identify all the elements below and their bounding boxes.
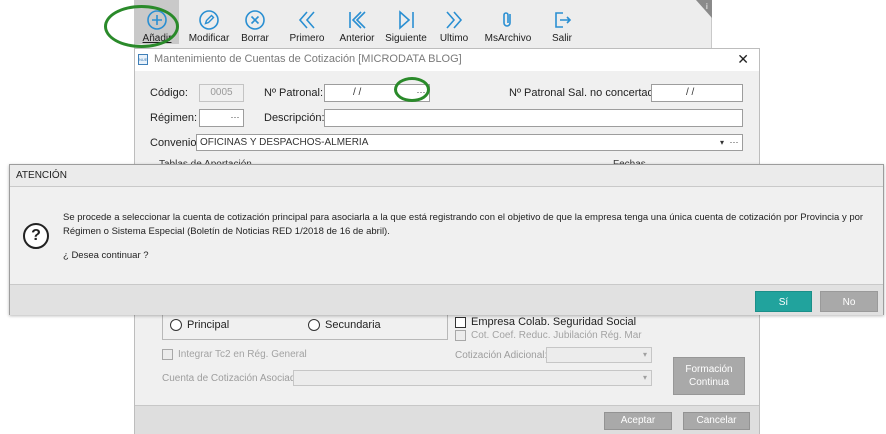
next-button[interactable]: Siguiente bbox=[385, 0, 427, 44]
x-circle-icon bbox=[242, 7, 268, 32]
msarchivo-button[interactable]: MsArchivo bbox=[483, 0, 533, 44]
dialog-footer: Aceptar Cancelar bbox=[135, 405, 759, 434]
secundaria-radio[interactable]: Secundaria bbox=[308, 319, 381, 331]
question-icon: ? bbox=[23, 223, 49, 249]
formacion-continua-button[interactable]: Formación Continua bbox=[673, 357, 745, 395]
convenio-lookup-button[interactable]: ··· bbox=[726, 135, 742, 150]
first-button-label: Primero bbox=[289, 33, 325, 44]
app-icon: NUEVA bbox=[138, 54, 148, 65]
previous-button[interactable]: Anterior bbox=[337, 0, 377, 44]
principal-radio-label: Principal bbox=[187, 319, 230, 331]
integrar-tc2-label: Integrar Tc2 en Rég. General bbox=[178, 349, 307, 360]
plus-circle-icon bbox=[144, 7, 170, 32]
empresa-colab-label: Empresa Colab. Seguridad Social bbox=[471, 316, 637, 328]
cotizacion-adicional-combo: ▾ bbox=[546, 347, 652, 363]
delete-button[interactable]: Borrar bbox=[237, 0, 273, 44]
dialog-title: Mantenimiento de Cuentas de Cotización [… bbox=[154, 53, 462, 65]
principal-radio[interactable]: Principal bbox=[170, 319, 229, 331]
dialog-titlebar: NUEVA Mantenimiento de Cuentas de Cotiza… bbox=[135, 49, 759, 71]
descripcion-label: Descripción: bbox=[264, 112, 325, 124]
regimen-lookup-button[interactable]: ··· bbox=[227, 110, 243, 126]
patronal-sal-label: Nº Patronal Sal. no concertados: bbox=[509, 87, 669, 99]
previous-button-label: Anterior bbox=[339, 33, 375, 44]
info-corner-icon: i bbox=[696, 0, 712, 18]
patronal-lookup-button[interactable]: ··· bbox=[413, 85, 429, 101]
convenio-field[interactable]: OFICINAS Y DESPACHOS-ALMERIA ▾ ··· bbox=[196, 134, 743, 151]
codigo-label: Código: bbox=[150, 87, 188, 99]
patronal-label: Nº Patronal: bbox=[264, 87, 324, 99]
empresa-colab-box[interactable] bbox=[455, 316, 466, 328]
attention-title: ATENCIÓN bbox=[10, 165, 883, 187]
attention-footer: Sí No bbox=[10, 284, 883, 315]
convenio-value: OFICINAS Y DESPACHOS-ALMERIA bbox=[200, 137, 369, 148]
last-button-label: Ultimo bbox=[439, 33, 469, 44]
cuenta-asociada-label: Cuenta de Cotización Asociada: bbox=[162, 373, 304, 384]
paperclip-icon bbox=[495, 7, 521, 32]
convenio-dropdown-icon[interactable]: ▾ bbox=[720, 135, 724, 150]
secundaria-radio-label: Secundaria bbox=[325, 319, 381, 331]
tipo-cuenta-frame: Principal Secundaria bbox=[162, 312, 448, 340]
integrar-tc2-box bbox=[162, 349, 173, 360]
cuenta-asociada-arrow-icon: ▾ bbox=[642, 373, 647, 382]
attention-message: Se procede a seleccionar la cuenta de co… bbox=[63, 212, 864, 237]
last-button[interactable]: Ultimo bbox=[435, 0, 473, 44]
add-button-label: Añadir bbox=[142, 33, 172, 44]
toolbar: Añadir Modificar Borrar Primero Anterior… bbox=[134, 0, 712, 48]
no-button[interactable]: No bbox=[820, 291, 878, 312]
regimen-label: Régimen: bbox=[150, 112, 198, 124]
secundaria-radio-circle[interactable] bbox=[308, 319, 320, 331]
exit-button[interactable]: Salir bbox=[545, 0, 579, 44]
patronal-sal-value: / / bbox=[686, 87, 695, 98]
patronal-sal-field[interactable]: / / bbox=[651, 84, 743, 102]
attention-dialog: ATENCIÓN ? Se procede a seleccionar la c… bbox=[9, 164, 884, 315]
patronal-value: / / bbox=[353, 87, 362, 98]
regimen-field[interactable]: ··· bbox=[199, 109, 244, 127]
integrar-tc2-checkbox: Integrar Tc2 en Rég. General bbox=[162, 349, 307, 360]
chevron-right-bar-icon bbox=[393, 7, 419, 32]
chevron-left-bar-icon bbox=[344, 7, 370, 32]
double-chevron-right-icon bbox=[441, 7, 467, 32]
svg-text:i: i bbox=[706, 2, 708, 11]
first-button[interactable]: Primero bbox=[285, 0, 329, 44]
codigo-field: 0005 bbox=[199, 84, 244, 102]
modify-button-label: Modificar bbox=[188, 33, 230, 44]
exit-button-label: Salir bbox=[551, 33, 572, 44]
empresa-colab-checkbox[interactable]: Empresa Colab. Seguridad Social bbox=[455, 316, 636, 328]
cotizacion-adicional-arrow-icon: ▾ bbox=[642, 350, 647, 359]
next-button-label: Siguiente bbox=[385, 33, 427, 44]
delete-button-label: Borrar bbox=[241, 33, 269, 44]
cot-coef-checkbox: Cot. Coef. Reduc. Jubilación Rég. Mar bbox=[455, 330, 642, 341]
patronal-field[interactable]: / / ··· bbox=[324, 84, 430, 102]
cancel-button[interactable]: Cancelar bbox=[683, 412, 750, 430]
attention-question: ¿ Desea continuar ? bbox=[63, 250, 149, 261]
cot-coef-label: Cot. Coef. Reduc. Jubilación Rég. Mar bbox=[471, 330, 642, 341]
exit-icon bbox=[549, 7, 575, 32]
descripcion-field[interactable] bbox=[324, 109, 743, 127]
double-chevron-left-icon bbox=[294, 7, 320, 32]
yes-button[interactable]: Sí bbox=[755, 291, 812, 312]
convenio-label: Convenio: bbox=[150, 137, 200, 149]
accept-button[interactable]: Aceptar bbox=[604, 412, 672, 430]
cot-coef-box bbox=[455, 330, 466, 341]
cuenta-asociada-combo: ▾ bbox=[293, 370, 652, 386]
msarchivo-button-label: MsArchivo bbox=[484, 33, 532, 44]
principal-radio-circle[interactable] bbox=[170, 319, 182, 331]
close-icon[interactable]: ✕ bbox=[737, 51, 749, 68]
pencil-circle-icon bbox=[196, 7, 222, 32]
modify-button[interactable]: Modificar bbox=[185, 0, 233, 44]
add-button[interactable]: Añadir bbox=[135, 0, 179, 44]
cotizacion-adicional-label: Cotización Adicional: bbox=[455, 350, 548, 361]
